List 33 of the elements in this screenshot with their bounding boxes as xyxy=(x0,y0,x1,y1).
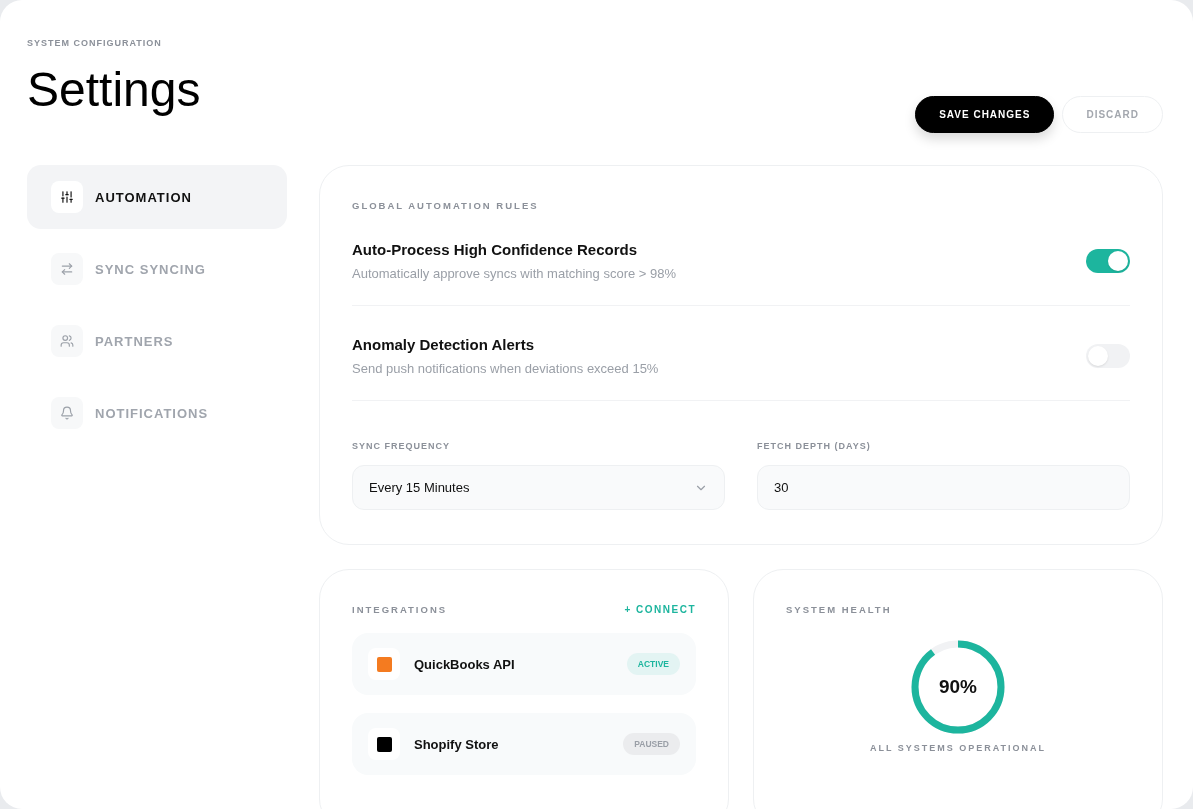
rule-title: Anomaly Detection Alerts xyxy=(352,336,535,353)
arrows-icon xyxy=(51,253,83,285)
sidebar-item[interactable]: AUTOMATION xyxy=(27,165,287,229)
status-badge: ACTIVE xyxy=(626,653,680,675)
page-title: Settings xyxy=(27,66,201,114)
input-field[interactable]: 30 xyxy=(757,465,1130,510)
card-title: SYSTEM HEALTH xyxy=(786,604,893,615)
bell-icon xyxy=(51,397,83,429)
card-title: GLOBAL AUTOMATION RULES xyxy=(352,200,540,211)
frequency-select[interactable]: Every 15 Minutes xyxy=(352,465,725,510)
integration-name: Shopify Store xyxy=(414,736,500,752)
sidebar-label: NOTIFICATIONS xyxy=(95,405,209,421)
people-icon xyxy=(51,325,83,357)
page-eyebrow: SYSTEM CONFIGURATION xyxy=(27,38,163,48)
health-percent: 90% xyxy=(939,676,977,698)
rule-description: Automatically approve syncs with matching score > 98% xyxy=(352,266,677,281)
sidebar-label: SYNC SYNCING xyxy=(95,261,206,277)
sliders-icon xyxy=(51,181,83,213)
integration-name: QuickBooks API xyxy=(414,656,516,672)
integration-row[interactable]: QuickBooks API ACTIVE xyxy=(352,633,696,695)
save-button[interactable]: SAVE CHANGES xyxy=(915,96,1055,133)
toggle-switch[interactable] xyxy=(1086,249,1130,273)
card-title: INTEGRATIONS xyxy=(352,604,448,615)
rule-title: Auto-Process High Confidence Records xyxy=(352,241,639,258)
sidebar-label: PARTNERS xyxy=(95,333,174,349)
integration-row[interactable]: Shopify Store PAUSED xyxy=(352,713,696,775)
field-label: SYNC FREQUENCY xyxy=(352,441,451,451)
status-badge: PAUSED xyxy=(623,733,680,755)
rule-description: Send push notifications when deviations exceed 15% xyxy=(352,361,659,376)
health-status: ALL SYSTEMS OPERATIONAL xyxy=(869,743,1047,753)
toggle-switch[interactable] xyxy=(1086,344,1130,368)
field-label: FETCH DEPTH (DAYS) xyxy=(757,441,872,451)
sidebar-label: AUTOMATION xyxy=(95,189,192,205)
